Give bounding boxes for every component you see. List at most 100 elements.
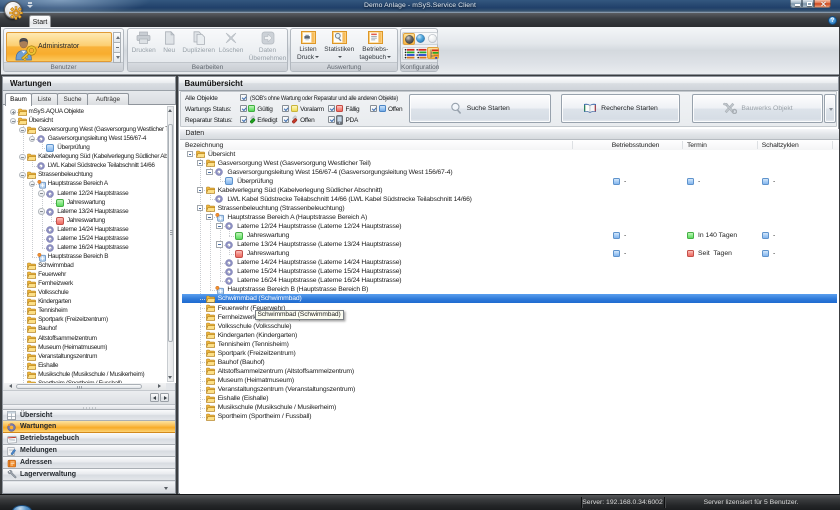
config-button-list-colors-1[interactable] (403, 47, 415, 59)
collapse-icon[interactable] (206, 214, 213, 221)
user-item-administrator[interactable]: Administrator (6, 32, 112, 62)
config-button-sphere-dark[interactable] (403, 33, 415, 45)
grid-row[interactable]: LWL Kabel Südstrecke Teilabschnitt 14/66… (180, 195, 839, 204)
checkbox-alle-objekte[interactable] (240, 94, 247, 101)
square-green-icon (56, 199, 64, 207)
close-button[interactable] (814, 0, 831, 8)
config-button-sphere-light[interactable] (427, 33, 439, 45)
collapse-icon[interactable] (10, 118, 17, 125)
checkbox-fällig[interactable] (328, 105, 335, 112)
collapse-icon[interactable] (29, 136, 36, 143)
help-button[interactable]: ? (828, 16, 837, 25)
grid-row[interactable]: Überprüfung--- (180, 177, 839, 186)
pager-prev-button[interactable] (150, 393, 159, 402)
collapse-icon[interactable] (216, 241, 223, 248)
grid-row[interactable]: Laterne 12/24 Hauptstrasse (Laterne 12/2… (180, 222, 839, 231)
config-button-list-colors-2[interactable] (415, 47, 427, 59)
ribbon-button-daten-bernehmen[interactable]: DatenÜbernehmen (245, 31, 291, 62)
sidebar-item-adressen[interactable]: Adressen (3, 457, 175, 469)
grid-row[interactable]: Übersicht (180, 150, 839, 159)
ribbon-button-drucken[interactable]: Drucken (129, 31, 159, 55)
sidebar-item-lagerverwaltung[interactable]: Lagerverwaltung (3, 469, 175, 481)
scroll-down-arrow[interactable] (168, 374, 173, 381)
collapse-icon[interactable] (38, 190, 45, 197)
tab-liste[interactable]: Liste (31, 93, 58, 106)
sidebar-item-betriebstagebuch[interactable]: Betriebstagebuch (3, 433, 175, 445)
sidebar-item-wartungen[interactable]: Wartungen (3, 421, 175, 433)
grid-row[interactable]: Strassenbeleuchtung (Strassenbeleuchtung… (180, 204, 839, 213)
grid-row[interactable]: Sportpark (Freizeitzentrum) (180, 349, 839, 358)
grid-row[interactable]: Schwimmbad (Schwimmbad) (180, 294, 839, 303)
collapse-icon[interactable] (197, 205, 204, 212)
scroll-thumb[interactable] (168, 124, 173, 342)
sidebar-item-meldungen[interactable]: Meldungen (3, 445, 175, 457)
config-button-sphere-blue[interactable] (415, 33, 427, 45)
grid-row[interactable]: Kindergarten (Kindergarten) (180, 331, 839, 340)
ribbon-button-betriebs-tagebuch[interactable]: Betriebs-tagebuch (353, 31, 397, 61)
grid-row[interactable]: Sportheim (Sportheim / Fussball) (180, 412, 839, 421)
scroll-down-button[interactable] (113, 52, 121, 63)
grid-row[interactable]: Laterne 14/24 Hauptstrasse (Laterne 14/2… (180, 258, 839, 267)
grid-row[interactable]: Veranstaltungszentrum (Veranstaltungszen… (180, 385, 839, 394)
grid-row[interactable]: Hauptstrasse Bereich B (Hauptstrasse Ber… (180, 285, 839, 294)
grid-row[interactable]: Gasversorgungsleitung West 156/67-4 (Gas… (180, 168, 839, 177)
quick-access-dropdown-icon[interactable] (27, 2, 33, 7)
sidebar-item-bersicht[interactable]: Übersicht (3, 410, 175, 422)
grid-row[interactable]: Bauhof (Bauhof) (180, 358, 839, 367)
checkbox-offen[interactable] (282, 116, 289, 123)
collapse-icon[interactable] (38, 208, 45, 215)
grid-row[interactable]: Kabelverlegung Süd (Kabelverlegung Südli… (180, 186, 839, 195)
minimize-button[interactable] (790, 0, 802, 8)
grid-row[interactable]: Laterne 15/24 Hauptstrasse (Laterne 15/2… (180, 267, 839, 276)
grid-row[interactable]: Laterne 16/24 Hauptstrasse (Laterne 16/2… (180, 276, 839, 285)
column-separator (682, 141, 683, 149)
ribbon-button-l-schen[interactable]: Löschen (214, 31, 248, 55)
scroll-up-arrow[interactable] (168, 107, 173, 114)
column-separator (572, 141, 573, 149)
grid-row[interactable]: Jahreswartung-In 140 Tagen- (180, 231, 839, 240)
collapse-icon[interactable] (29, 181, 36, 188)
collapse-icon[interactable] (216, 223, 223, 230)
collapse-icon[interactable] (19, 127, 26, 134)
scroll-thumb[interactable] (16, 384, 142, 389)
collapse-icon[interactable] (197, 187, 204, 194)
suche-starten-button[interactable]: Suche Starten (409, 94, 551, 124)
config-button-list-colors-tree[interactable] (427, 47, 439, 59)
bauwerks-objekt-dropdown-button[interactable] (824, 94, 836, 124)
collapse-icon[interactable] (19, 172, 26, 179)
expand-icon[interactable] (10, 109, 17, 116)
grid-row[interactable]: Altstoffsammelzentrum (Altstoffsammelzen… (180, 367, 839, 376)
maximize-button[interactable] (802, 0, 814, 8)
checkbox-gültig[interactable] (240, 105, 247, 112)
color-list2-icon (416, 48, 427, 59)
tree-item-label: LWL Kabel Südstrecke Teilabschnitt 14/66 (48, 162, 155, 171)
grid-row[interactable]: Laterne 13/24 Hauptstrasse (Laterne 13/2… (180, 240, 839, 249)
grid-row[interactable]: Musikschule (Musikschule / Musikerheim) (180, 403, 839, 412)
tree-vertical-scrollbar[interactable] (167, 106, 174, 382)
collapse-icon[interactable] (187, 151, 194, 158)
tree-item-label: Kabelverlegung Süd (Kabelverlegung Südli… (38, 153, 167, 162)
grid-row[interactable]: Jahreswartung-Seit Tagen- (180, 249, 839, 258)
grid-row[interactable]: Eishalle (Eishalle) (180, 394, 839, 403)
checkbox-erledigt[interactable] (240, 116, 247, 123)
tab-aufträge[interactable]: Aufträge (87, 93, 129, 106)
checkbox-pda[interactable] (328, 116, 335, 123)
tab-start[interactable]: Start (29, 15, 51, 28)
checkbox-voralarm[interactable] (282, 105, 289, 112)
tab-baum[interactable]: Baum (5, 93, 32, 106)
user-list-scrollbar[interactable] (113, 32, 121, 62)
pager-next-button[interactable] (160, 393, 169, 402)
tab-suche[interactable]: Suche (57, 93, 88, 106)
grid-row[interactable]: Museum (Heimatmuseum) (180, 376, 839, 385)
collapse-icon[interactable] (19, 154, 26, 161)
collapse-icon[interactable] (206, 169, 213, 176)
grid-row[interactable]: Volksschule (Volksschule) (180, 322, 839, 331)
collapse-icon[interactable] (197, 160, 204, 167)
checkbox-offen[interactable] (370, 105, 377, 112)
application-menu-button[interactable] (4, 1, 22, 19)
grid-row[interactable]: Hauptstrasse Bereich A (Hauptstrasse Ber… (180, 213, 839, 222)
recherche-starten-button[interactable]: Recherche Starten (561, 94, 680, 124)
collapse-chevron-icon[interactable] (164, 487, 168, 490)
grid-row[interactable]: Gasversorgung West (Gasversorgung Westli… (180, 159, 839, 168)
grid-row[interactable]: Tennisheim (Tennisheim) (180, 340, 839, 349)
